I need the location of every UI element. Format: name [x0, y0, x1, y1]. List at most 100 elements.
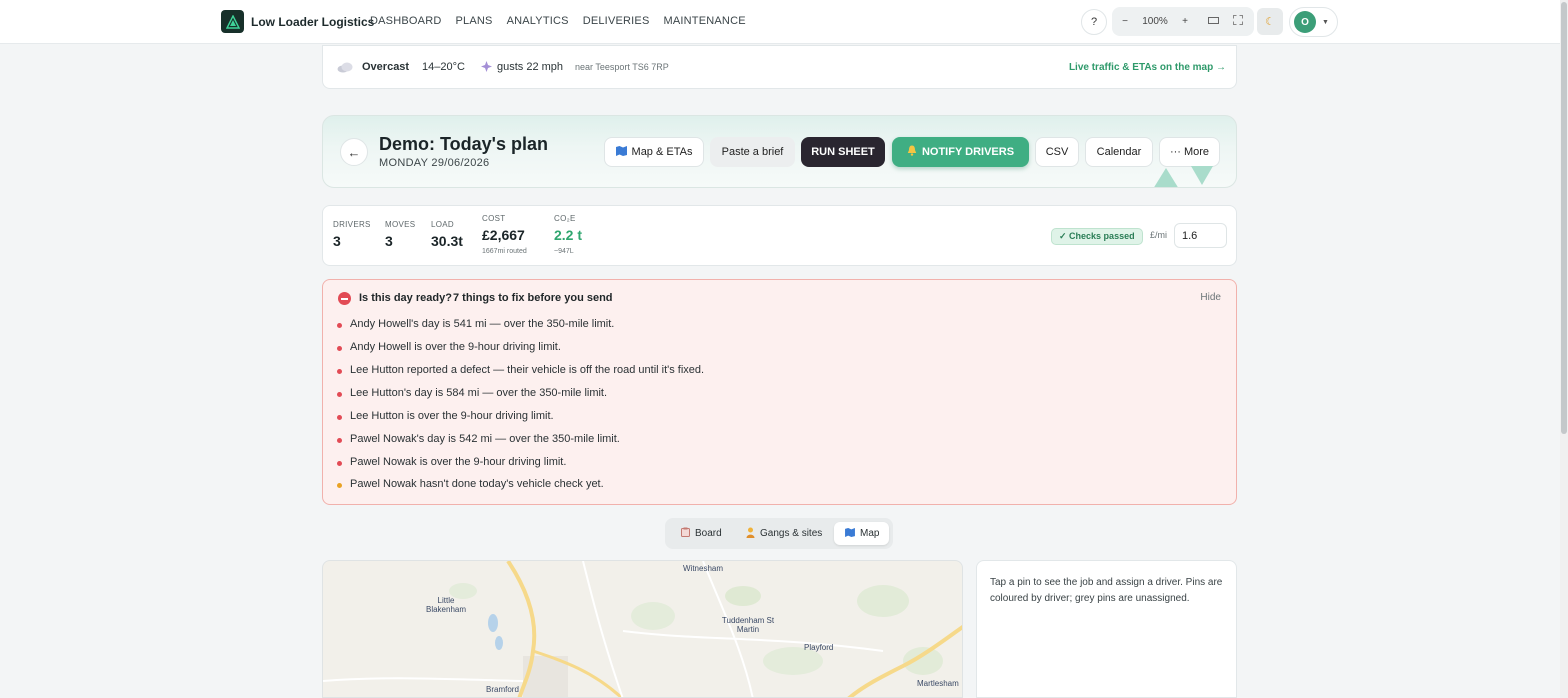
moon-icon: ☾	[1265, 16, 1275, 28]
avatar: O	[1294, 11, 1316, 33]
weather-strip: Overcast 14–20°C gusts 22 mph near Teesp…	[322, 45, 1237, 89]
issue-item[interactable]: Lee Hutton reported a defect — their veh…	[337, 364, 704, 376]
issue-item[interactable]: Lee Hutton is over the 9-hour driving li…	[337, 410, 554, 422]
issue-text: Lee Hutton is over the 9-hour driving li…	[350, 410, 554, 422]
plan-date: MONDAY 29/06/2026	[379, 157, 490, 169]
more-button[interactable]: ··· More	[1159, 137, 1220, 167]
map-icon	[845, 527, 855, 540]
nav-dashboard[interactable]: DASHBOARD	[370, 15, 441, 27]
clipboard-icon	[681, 527, 690, 540]
drivers-label: DRIVERS	[333, 220, 371, 229]
tab-board-label: Board	[695, 528, 722, 539]
map-place-label: Little Blakenham	[425, 596, 467, 614]
error-dot-icon	[337, 438, 342, 443]
alert-count: 7 things to fix before you send	[453, 292, 613, 304]
error-dot-icon	[337, 415, 342, 420]
issue-item[interactable]: Pawel Nowak's day is 542 mi — over the 3…	[337, 433, 620, 445]
csv-button[interactable]: CSV	[1035, 137, 1079, 167]
tab-gangs-label: Gangs & sites	[760, 528, 823, 539]
tab-map[interactable]: Map	[834, 522, 889, 545]
view-tabs: Board Gangs & sites Map	[665, 518, 893, 549]
top-navigation-bar: Low Loader Logistics DASHBOARD PLANS ANA…	[0, 0, 1560, 44]
zoom-out-button[interactable]: −	[1112, 16, 1138, 27]
rate-input[interactable]	[1174, 223, 1227, 248]
moves-value: 3	[385, 233, 393, 249]
cloud-icon	[337, 62, 354, 76]
issue-text: Lee Hutton reported a defect — their veh…	[350, 364, 705, 376]
notify-drivers-button[interactable]: NOTIFY DRIVERS	[892, 137, 1029, 167]
tab-gangs-sites[interactable]: Gangs & sites	[740, 522, 830, 545]
brand-name: Low Loader Logistics	[251, 14, 375, 29]
page-title: Demo: Today's plan	[379, 134, 548, 154]
rate-label: £/mi	[1150, 230, 1168, 240]
co2-sub: ~947L	[554, 248, 574, 255]
theme-toggle-button[interactable]: ☾	[1257, 8, 1283, 35]
plan-header: ← Demo: Today's plan MONDAY 29/06/2026 M…	[322, 115, 1237, 188]
nav-maintenance[interactable]: MAINTENANCE	[664, 15, 746, 27]
nav-deliveries[interactable]: DELIVERIES	[583, 15, 650, 27]
warning-dot-icon	[337, 483, 342, 488]
issue-item[interactable]: Andy Howell is over the 9-hour driving l…	[337, 341, 561, 353]
help-button[interactable]: ?	[1081, 9, 1107, 35]
live-traffic-link[interactable]: Live traffic & ETAs on the map →	[1069, 62, 1226, 73]
weather-temp: 14–20°C	[422, 61, 465, 73]
no-entry-icon	[338, 292, 351, 305]
chevron-down-icon: ▼	[1322, 18, 1329, 26]
map-place-label: Martlesham	[917, 679, 959, 688]
map-etas-button[interactable]: Map & ETAs	[604, 137, 704, 167]
scrollbar-thumb[interactable]	[1561, 2, 1567, 434]
error-dot-icon	[337, 461, 342, 466]
paste-brief-button[interactable]: Paste a brief	[710, 137, 795, 167]
load-label: LOAD	[431, 220, 454, 229]
issue-item[interactable]: Andy Howell's day is 541 mi — over the 3…	[337, 318, 614, 330]
map-canvas	[323, 561, 962, 697]
readiness-alert: Is this day ready? 7 things to fix befor…	[322, 279, 1237, 505]
issue-text: Pawel Nowak hasn't done today's vehicle …	[350, 478, 604, 490]
fit-width-icon[interactable]	[1198, 16, 1228, 28]
map-icon	[615, 145, 627, 159]
run-sheet-button[interactable]: RUN SHEET	[801, 137, 885, 167]
issue-text: Pawel Nowak is over the 9-hour driving l…	[350, 456, 567, 468]
map-place-label: Bramford	[486, 685, 519, 694]
map-view[interactable]: Witnesham Little Blakenham Tuddenham St …	[322, 560, 963, 698]
issue-text: Andy Howell's day is 541 mi — over the 3…	[350, 318, 615, 330]
main-nav: DASHBOARD PLANS ANALYTICS DELIVERIES MAI…	[370, 15, 746, 27]
zoom-level: 100%	[1142, 16, 1168, 27]
error-dot-icon	[337, 346, 342, 351]
cost-sub: 1667mi routed	[482, 248, 527, 255]
calendar-button[interactable]: Calendar	[1085, 137, 1153, 167]
issue-item[interactable]: Pawel Nowak is over the 9-hour driving l…	[337, 456, 566, 468]
tab-map-label: Map	[860, 528, 880, 539]
map-info-panel: Tap a pin to see the job and assign a dr…	[976, 560, 1237, 698]
nav-analytics[interactable]: ANALYTICS	[507, 15, 569, 27]
zoom-in-button[interactable]: +	[1172, 16, 1198, 27]
error-dot-icon	[337, 323, 342, 328]
cost-value: £2,667	[482, 227, 525, 243]
weather-condition: Overcast	[362, 61, 410, 73]
map-place-label: Playford	[804, 643, 834, 652]
issue-item[interactable]: Pawel Nowak hasn't done today's vehicle …	[337, 478, 604, 490]
map-etas-label: Map & ETAs	[631, 146, 693, 158]
moves-label: MOVES	[385, 220, 416, 229]
weather-wind: gusts 22 mph	[497, 61, 564, 73]
brand[interactable]: Low Loader Logistics	[221, 10, 374, 33]
weather-location: near Teesport TS6 7RP	[575, 62, 669, 72]
user-menu[interactable]: O ▼	[1289, 7, 1338, 37]
decorative-triangles	[1154, 166, 1213, 187]
wind-icon	[481, 61, 492, 75]
tab-board[interactable]: Board	[673, 522, 736, 545]
error-dot-icon	[337, 369, 342, 374]
map-place-label: Witnesham	[683, 564, 724, 573]
co2-label: CO₂E	[554, 214, 576, 223]
map-place-label: Tuddenham St Martin	[721, 616, 775, 634]
nav-plans[interactable]: PLANS	[455, 15, 492, 27]
alert-question: Is this day ready?	[359, 292, 452, 304]
worker-icon	[746, 527, 755, 541]
issue-item[interactable]: Lee Hutton's day is 584 mi — over the 35…	[337, 387, 607, 399]
back-button[interactable]: ←	[340, 138, 368, 166]
error-dot-icon	[337, 392, 342, 397]
hide-button[interactable]: Hide	[1200, 292, 1221, 303]
bell-icon	[907, 145, 917, 159]
fullscreen-icon[interactable]	[1228, 15, 1248, 28]
plan-stats: DRIVERS 3 MOVES 3 LOAD 30.3t COST £2,667…	[322, 205, 1237, 266]
